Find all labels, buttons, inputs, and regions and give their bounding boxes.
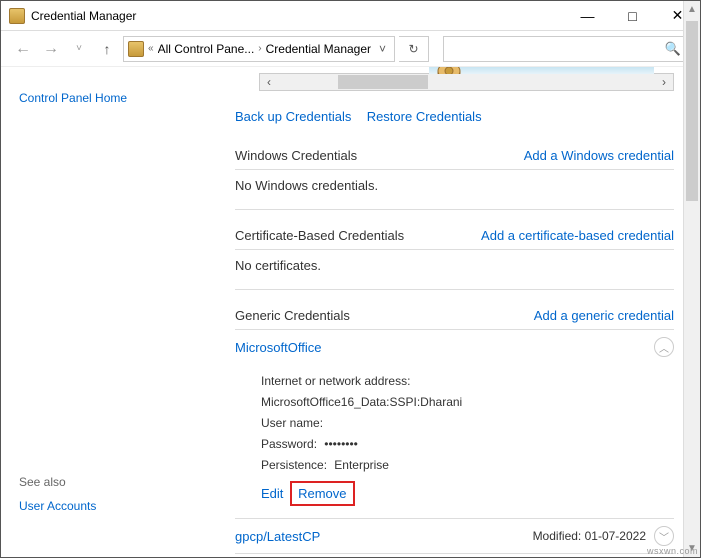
- credential-details: Internet or network address: MicrosoftOf…: [235, 364, 674, 519]
- persistence-label: Persistence:: [261, 458, 327, 472]
- scroll-thumb[interactable]: [338, 75, 428, 89]
- refresh-button[interactable]: ↻: [399, 36, 429, 62]
- address-label: Internet or network address:: [261, 374, 410, 388]
- backup-credentials-link[interactable]: Back up Credentials: [235, 109, 351, 124]
- remove-credential-link[interactable]: Remove: [298, 486, 346, 501]
- folder-icon: [128, 41, 144, 57]
- recent-dropdown[interactable]: ˅: [67, 37, 91, 61]
- address-value: MicrosoftOffice16_Data:SSPI:Dharani: [261, 395, 462, 409]
- scroll-right-button[interactable]: ›: [655, 74, 673, 90]
- cert-credentials-empty: No certificates.: [235, 250, 674, 290]
- user-accounts-link[interactable]: User Accounts: [19, 499, 203, 513]
- vertical-scrollbar[interactable]: ▲ ▼: [683, 1, 700, 557]
- scroll-left-button[interactable]: ‹: [260, 74, 278, 90]
- password-value: ••••••••: [324, 437, 358, 451]
- back-button[interactable]: ←: [11, 37, 35, 61]
- windows-credentials-title: Windows Credentials: [235, 148, 357, 163]
- breadcrumb[interactable]: « All Control Pane... › Credential Manag…: [123, 36, 395, 62]
- scroll-up-button[interactable]: ▲: [684, 1, 700, 18]
- credential-name[interactable]: gpcp/LatestCP: [235, 529, 533, 544]
- credential-name[interactable]: MicrosoftOffice: [235, 340, 646, 355]
- forward-button[interactable]: →: [39, 37, 63, 61]
- persistence-value: Enterprise: [334, 458, 389, 472]
- modified-label: Modified:: [533, 529, 582, 543]
- minimize-button[interactable]: —: [565, 1, 610, 30]
- chevron-left-icon: «: [148, 43, 154, 54]
- add-windows-credential-link[interactable]: Add a Windows credential: [524, 148, 674, 163]
- windows-credentials-empty: No Windows credentials.: [235, 170, 674, 210]
- app-icon: [9, 8, 25, 24]
- control-panel-home-link[interactable]: Control Panel Home: [19, 91, 203, 105]
- up-button[interactable]: ↑: [95, 37, 119, 61]
- collapse-button[interactable]: ︿: [654, 337, 674, 357]
- horizontal-scrollbar[interactable]: ‹ ›: [259, 73, 674, 91]
- edit-credential-link[interactable]: Edit: [261, 486, 283, 501]
- username-label: User name:: [261, 416, 323, 430]
- expand-button[interactable]: ﹀: [654, 526, 674, 546]
- modified-value: 01-07-2022: [585, 529, 646, 543]
- password-label: Password:: [261, 437, 317, 451]
- search-icon: 🔍: [665, 41, 681, 57]
- cert-credentials-title: Certificate-Based Credentials: [235, 228, 404, 243]
- restore-credentials-link[interactable]: Restore Credentials: [367, 109, 482, 124]
- breadcrumb-dropdown[interactable]: ˅: [375, 42, 390, 56]
- breadcrumb-item[interactable]: Credential Manager: [266, 42, 371, 56]
- watermark: wsxwn.com: [647, 546, 698, 556]
- add-generic-credential-link[interactable]: Add a generic credential: [534, 308, 674, 323]
- maximize-button[interactable]: □: [610, 1, 655, 30]
- window-title: Credential Manager: [31, 9, 565, 23]
- search-input[interactable]: 🔍: [443, 36, 690, 62]
- scroll-track[interactable]: [278, 74, 655, 90]
- add-cert-credential-link[interactable]: Add a certificate-based credential: [481, 228, 674, 243]
- see-also-label: See also: [19, 475, 203, 489]
- scroll-thumb[interactable]: [686, 21, 698, 201]
- generic-credentials-title: Generic Credentials: [235, 308, 350, 323]
- breadcrumb-item[interactable]: All Control Pane...: [158, 42, 255, 56]
- chevron-right-icon: ›: [258, 43, 261, 54]
